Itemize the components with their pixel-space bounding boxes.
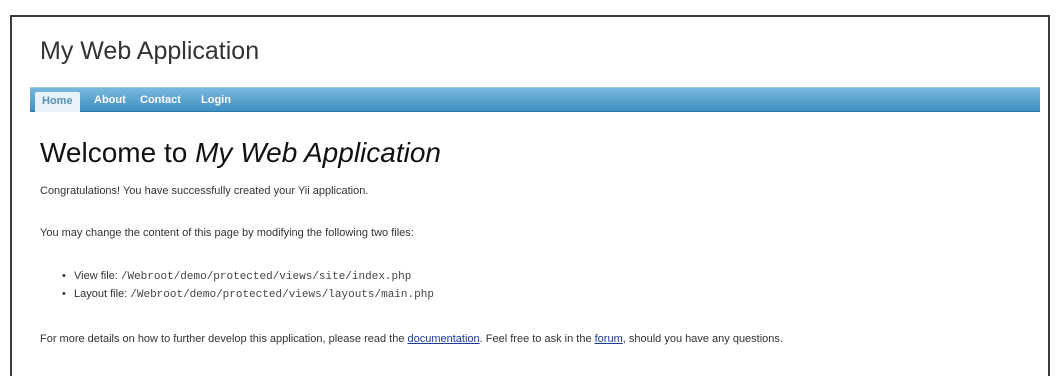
file-list: View file: /Webroot/demo/protected/views… (62, 267, 434, 303)
details-middle: . Feel free to ask in the (479, 333, 595, 345)
nav-about[interactable]: About (87, 91, 133, 109)
page-heading: Welcome to My Web Application (40, 137, 441, 169)
layout-file-path: /Webroot/demo/protected/views/layouts/ma… (130, 289, 434, 301)
nav-home[interactable]: Home (35, 92, 80, 112)
nav-contact[interactable]: Contact (133, 91, 188, 109)
change-intro-text: You may change the content of this page … (40, 227, 414, 239)
list-item: View file: /Webroot/demo/protected/views… (62, 267, 434, 285)
site-title: My Web Application (40, 37, 260, 65)
view-file-path: /Webroot/demo/protected/views/site/index… (120, 271, 412, 283)
browser-page-frame: My Web Application Home About Contact Lo… (10, 15, 1050, 376)
forum-link[interactable]: forum (595, 333, 623, 345)
layout-file-label: Layout file: (74, 288, 131, 300)
details-suffix: , should you have any questions. (622, 333, 783, 345)
heading-app-name: My Web Application (195, 137, 441, 168)
list-item: Layout file: /Webroot/demo/protected/vie… (62, 285, 434, 303)
nav-login[interactable]: Login (194, 91, 238, 109)
view-file-label: View file: (74, 270, 121, 282)
congrats-text: Congratulations! You have successfully c… (40, 185, 369, 197)
heading-prefix: Welcome to (40, 137, 196, 168)
main-navbar: Home About Contact Login (30, 87, 1040, 112)
details-prefix: For more details on how to further devel… (40, 333, 408, 345)
documentation-link[interactable]: documentation (408, 333, 480, 345)
details-text: For more details on how to further devel… (40, 333, 783, 345)
